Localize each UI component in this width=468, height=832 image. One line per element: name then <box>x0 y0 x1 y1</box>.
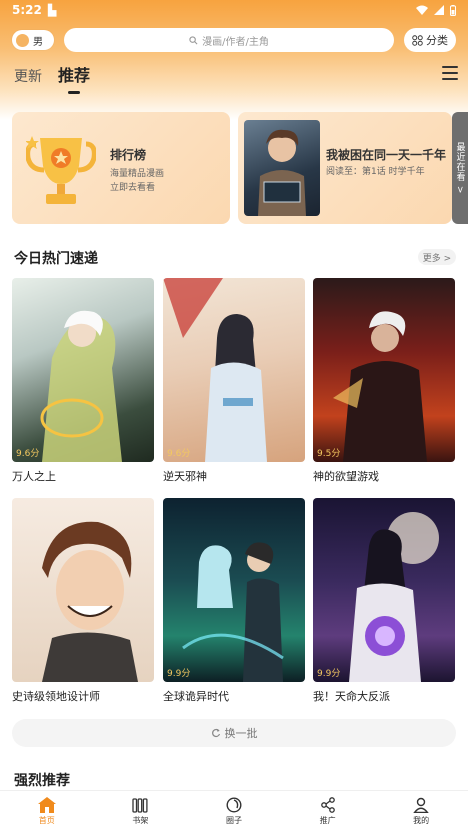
comic-title: 史诗级领地设计师 <box>12 690 100 703</box>
nav-label: 首页 <box>38 816 55 825</box>
nav-label: 推广 <box>319 816 336 825</box>
home-icon <box>37 797 56 813</box>
trophy-icon <box>26 136 96 204</box>
wifi-icon <box>416 5 428 15</box>
gender-toggle[interactable]: 男 <box>12 30 54 50</box>
comic-title: 我！天命大反派 <box>313 690 390 703</box>
nav-promote[interactable]: 推广 <box>281 791 375 832</box>
comic-title: 全球诡异时代 <box>163 690 229 703</box>
share-icon <box>320 797 335 813</box>
tab-update[interactable]: 更新 <box>14 66 42 92</box>
toggle-knob <box>16 33 29 47</box>
comic-cover <box>12 498 154 682</box>
comic-card[interactable]: 史诗级领地设计师 <box>12 498 154 704</box>
nav-bookshelf[interactable]: 书架 <box>94 791 188 832</box>
comic-rating: 9.6分 <box>167 449 191 459</box>
comic-card[interactable]: 9.6分 万人之上 <box>12 278 154 484</box>
recent-comic-cover <box>244 120 320 216</box>
more-button[interactable]: 更多 > <box>418 249 456 265</box>
profile-icon <box>413 797 429 813</box>
battery-icon <box>450 4 456 16</box>
comic-cover: 9.5分 <box>313 278 455 462</box>
circle-icon <box>226 797 242 813</box>
nav-label: 我的 <box>413 816 430 825</box>
comic-card[interactable]: 9.9分 全球诡异时代 <box>163 498 305 704</box>
category-label: 分类 <box>426 34 448 47</box>
comic-card[interactable]: 9.6分 逆天邪神 <box>163 278 305 484</box>
ranking-card[interactable]: 排行榜 海量精品漫画 立即去看看 <box>12 112 230 224</box>
search-placeholder: 漫画/作者/主角 <box>202 36 269 48</box>
category-button[interactable]: 分类 <box>404 28 456 52</box>
nav-circle[interactable]: 圈子 <box>187 791 281 832</box>
bottom-nav: 首页 书架 圈子 推广 我的 <box>0 790 468 832</box>
ranking-subtitle: 海量精品漫画 <box>110 169 165 179</box>
refresh-icon <box>211 728 220 738</box>
comic-title: 逆天邪神 <box>163 470 207 483</box>
top-tabs: 更新 推荐 <box>14 60 90 94</box>
comic-cover: 9.9分 <box>163 498 305 682</box>
comic-card[interactable]: 9.5分 神的欲望游戏 <box>313 278 455 484</box>
more-label: 更多 > <box>422 253 452 264</box>
recent-title: 我被困在同一天一千年 <box>326 148 447 162</box>
gender-label: 男 <box>33 36 43 48</box>
recent-progress: 阅读至：第1话 时学千年 <box>326 167 425 177</box>
comic-cover: 9.6分 <box>12 278 154 462</box>
nav-label: 书架 <box>132 816 149 825</box>
search-row: 男 漫画/作者/主角 分类 <box>0 28 468 54</box>
refresh-batch-button[interactable]: 换一批 <box>12 719 456 747</box>
hot-section-title: 今日热门速递 <box>14 251 98 267</box>
search-input[interactable]: 漫画/作者/主角 <box>64 28 394 52</box>
menu-icon[interactable] <box>442 66 458 80</box>
status-time: 5:22 <box>12 3 42 17</box>
comic-cover: 9.6分 <box>163 278 305 462</box>
comic-rating: 9.6分 <box>16 449 40 459</box>
comic-rating: 9.9分 <box>167 669 191 679</box>
recently-viewed-tab[interactable]: 最近在看 > <box>452 112 468 224</box>
ranking-title: 排行榜 <box>110 148 147 162</box>
nav-profile[interactable]: 我的 <box>374 791 468 832</box>
comic-rating: 9.9分 <box>317 669 341 679</box>
recent-reading-card[interactable]: 我被困在同一天一千年 阅读至：第1话 时学千年 <box>238 112 452 224</box>
bookshelf-icon <box>132 798 148 813</box>
status-bar: 5:22 ▙ <box>0 0 468 20</box>
comic-title: 万人之上 <box>12 470 56 483</box>
refresh-label: 换一批 <box>224 727 258 740</box>
search-icon <box>189 35 198 44</box>
nav-home[interactable]: 首页 <box>0 791 94 832</box>
signal-icon <box>434 5 444 15</box>
tab-recommend[interactable]: 推荐 <box>58 62 90 94</box>
comic-rating: 9.5分 <box>317 449 341 459</box>
nav-label: 圈子 <box>225 816 242 825</box>
sd-card-icon: ▙ <box>47 3 57 17</box>
comic-cover: 9.9分 <box>313 498 455 682</box>
comic-card[interactable]: 9.9分 我！天命大反派 <box>313 498 455 704</box>
comic-title: 神的欲望游戏 <box>313 470 379 483</box>
strong-recommend-title: 强烈推荐 <box>14 773 70 789</box>
ranking-cta: 立即去看看 <box>110 183 156 193</box>
category-icon <box>412 34 423 46</box>
